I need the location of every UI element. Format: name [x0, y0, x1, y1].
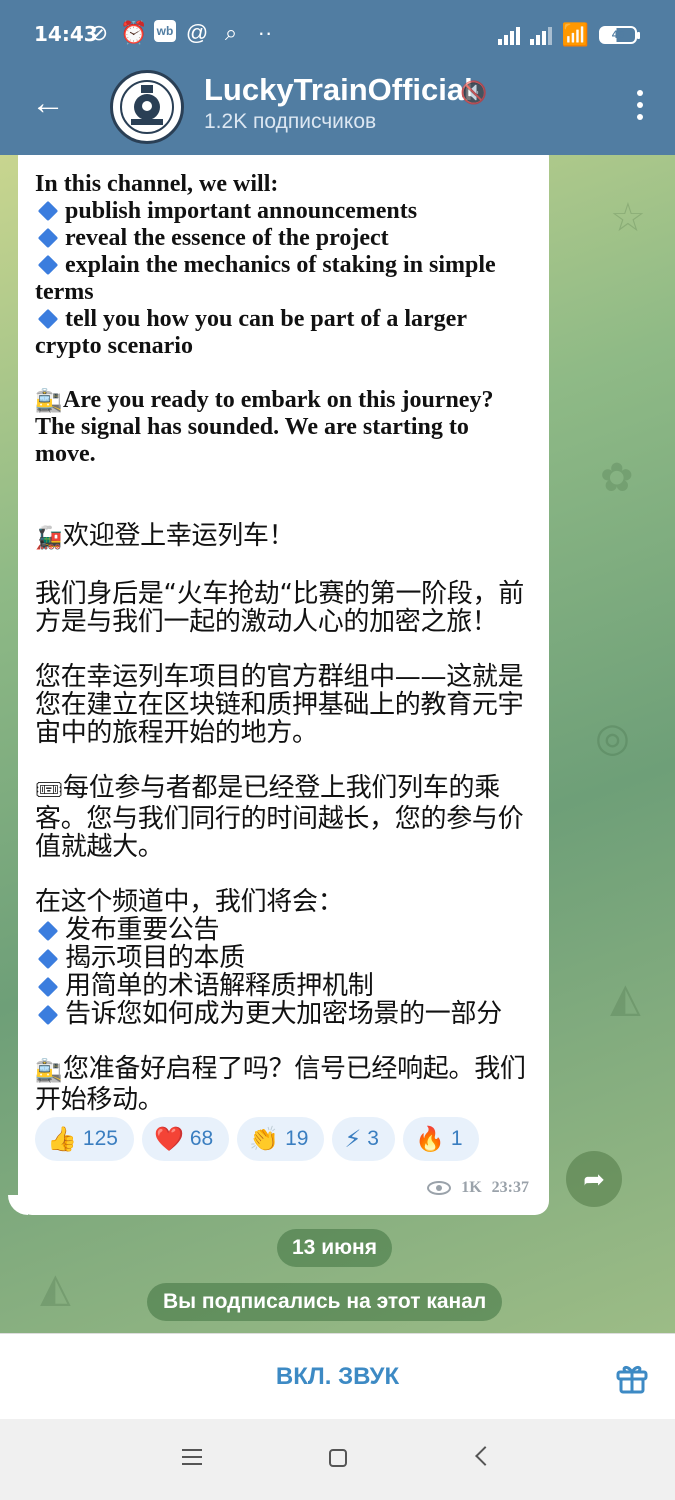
reaction-thumbs-up[interactable]: 👍 125 [35, 1117, 134, 1161]
service-message: Вы подписались на этот канал [147, 1283, 503, 1321]
signal-icon [497, 25, 520, 45]
signal-icon-2 [529, 25, 552, 45]
recents-button[interactable] [182, 1449, 202, 1465]
reaction-heart[interactable]: ❤️ 68 [141, 1117, 230, 1161]
lightning-icon: ⚡ [344, 1125, 362, 1153]
more-menu-icon[interactable] [635, 90, 645, 120]
channel-avatar[interactable] [110, 70, 184, 144]
doodle-pizza-icon: ◭ [610, 976, 641, 1020]
date-separator: 13 июня [277, 1229, 392, 1267]
wifi-icon: 📶 [561, 22, 589, 47]
train-logo-icon [120, 80, 174, 134]
english-closing: 🚉Are you ready to embark on this journey… [35, 387, 494, 467]
message-meta: 1K 23:37 [427, 1179, 529, 1197]
blue-diamond-icon [37, 920, 59, 942]
blue-diamond-icon [37, 308, 59, 330]
message-bubble[interactable]: In this channel, we will: publish import… [18, 155, 549, 1215]
english-bullet: publish important announcements [35, 198, 535, 225]
thumbs-up-icon: 👍 [47, 1125, 77, 1153]
ticket-emoji-icon: 🎟 [35, 778, 63, 803]
at-icon: @ [185, 20, 209, 45]
chinese-paragraph-3: 🎟每位参与者都是已经登上我们列车的乘客。您与我们同行的时间越长，您的参与价值就越… [35, 773, 524, 862]
unmute-button[interactable]: ВКЛ. ЗВУК [0, 1334, 675, 1420]
subscriber-count: 1.2K подписчиков [204, 110, 377, 133]
chinese-list: 在这个频道中，我们将会： 发布重要公告 揭示项目的本质 用简单的术语解释质押机制… [35, 888, 535, 1028]
heart-icon: ❤️ [153, 1125, 184, 1153]
doodle-paw-icon: ✿ [600, 456, 634, 500]
blue-diamond-icon [37, 976, 59, 998]
doodle-star-icon: ☆ [610, 196, 646, 240]
home-button[interactable] [329, 1449, 347, 1467]
chinese-closing: 🚉您准备好启程了吗？信号已经响起。我们开始移动。 [35, 1054, 526, 1115]
search-icon: ⌕ [224, 20, 238, 45]
back-button[interactable] [475, 1446, 495, 1466]
message-time: 23:37 [491, 1179, 529, 1196]
eye-icon [427, 1181, 452, 1195]
blue-diamond-icon [37, 227, 59, 249]
reactions-row: 👍 125 ❤️ 68 👏 19 ⚡ 3 🔥 1 [35, 1117, 479, 1161]
chat-area[interactable]: ☆ ✿ ◎ ◭ ◭ In this channel, we will: publ… [0, 155, 675, 1333]
view-count: 1K [461, 1179, 482, 1196]
alarm-icon: ⏰ [120, 20, 148, 45]
channel-title[interactable]: LuckyTrainOfficial [204, 72, 473, 108]
battery-icon: 45 [599, 26, 640, 44]
chinese-bullet: 揭示项目的本质 [35, 944, 535, 972]
english-bullet: reveal the essence of the project [35, 225, 535, 252]
bottom-bar: ВКЛ. ЗВУК [0, 1333, 675, 1419]
doodle-balloon-icon: ◎ [595, 716, 630, 760]
blue-diamond-icon [37, 254, 59, 276]
wb-app-icon: wb [154, 20, 176, 42]
fire-icon: 🔥 [414, 1125, 445, 1153]
share-forward-icon[interactable]: ➦ [566, 1151, 622, 1207]
blue-diamond-icon [37, 200, 59, 222]
chinese-welcome: 🚂欢迎登上幸运列车！ [35, 521, 295, 551]
chinese-paragraph-2: 您在幸运列车项目的官方群组中——这就是您在建立在区块链和质押基础上的教育元宇宙中… [35, 662, 524, 748]
clap-icon: 👏 [249, 1125, 280, 1153]
blue-diamond-icon [37, 948, 59, 970]
gift-icon[interactable] [615, 1360, 649, 1394]
english-list: In this channel, we will: publish import… [35, 171, 535, 360]
chinese-bullet: 告诉您如何成为更大加密场景的一部分 [35, 1000, 535, 1028]
wifi-off-icon: ⊘ [89, 20, 109, 45]
chinese-intro: 在这个频道中，我们将会： [35, 887, 344, 917]
doodle-pizza-icon: ◭ [40, 1266, 71, 1310]
reaction-lightning[interactable]: ⚡ 3 [332, 1117, 395, 1161]
back-arrow-icon[interactable]: ← [30, 85, 66, 121]
status-right: 📶 45 [497, 22, 640, 48]
english-bullet: tell you how you can be part of a larger… [35, 306, 467, 359]
system-nav-bar [0, 1419, 675, 1500]
station-emoji-icon: 🚉 [35, 1059, 63, 1084]
station-emoji-icon: 🚉 [35, 388, 63, 413]
top-bar: 14:43 ⊘ ⏰ wb @ ⌕ ·· 📶 45 ← LuckyTrainOff… [0, 0, 675, 155]
locomotive-emoji-icon: 🚂 [35, 526, 63, 551]
status-icons: ⊘ ⏰ wb @ ⌕ ·· [86, 20, 278, 46]
chinese-paragraph-1: 我们身后是“火车抢劫“比赛的第一阶段，前方是与我们一起的激动人心的加密之旅！ [35, 579, 524, 637]
chinese-bullet: 发布重要公告 [35, 916, 535, 944]
muted-icon: 🔇 [460, 80, 488, 105]
reaction-clap[interactable]: 👏 19 [237, 1117, 325, 1161]
reaction-fire[interactable]: 🔥 1 [402, 1117, 479, 1161]
blue-diamond-icon [37, 1004, 59, 1026]
english-intro: In this channel, we will: [35, 171, 279, 197]
more-dots-icon: ·· [257, 20, 273, 45]
english-bullet: explain the mechanics of staking in simp… [35, 252, 496, 305]
chinese-bullet: 用简单的术语解释质押机制 [35, 972, 535, 1000]
